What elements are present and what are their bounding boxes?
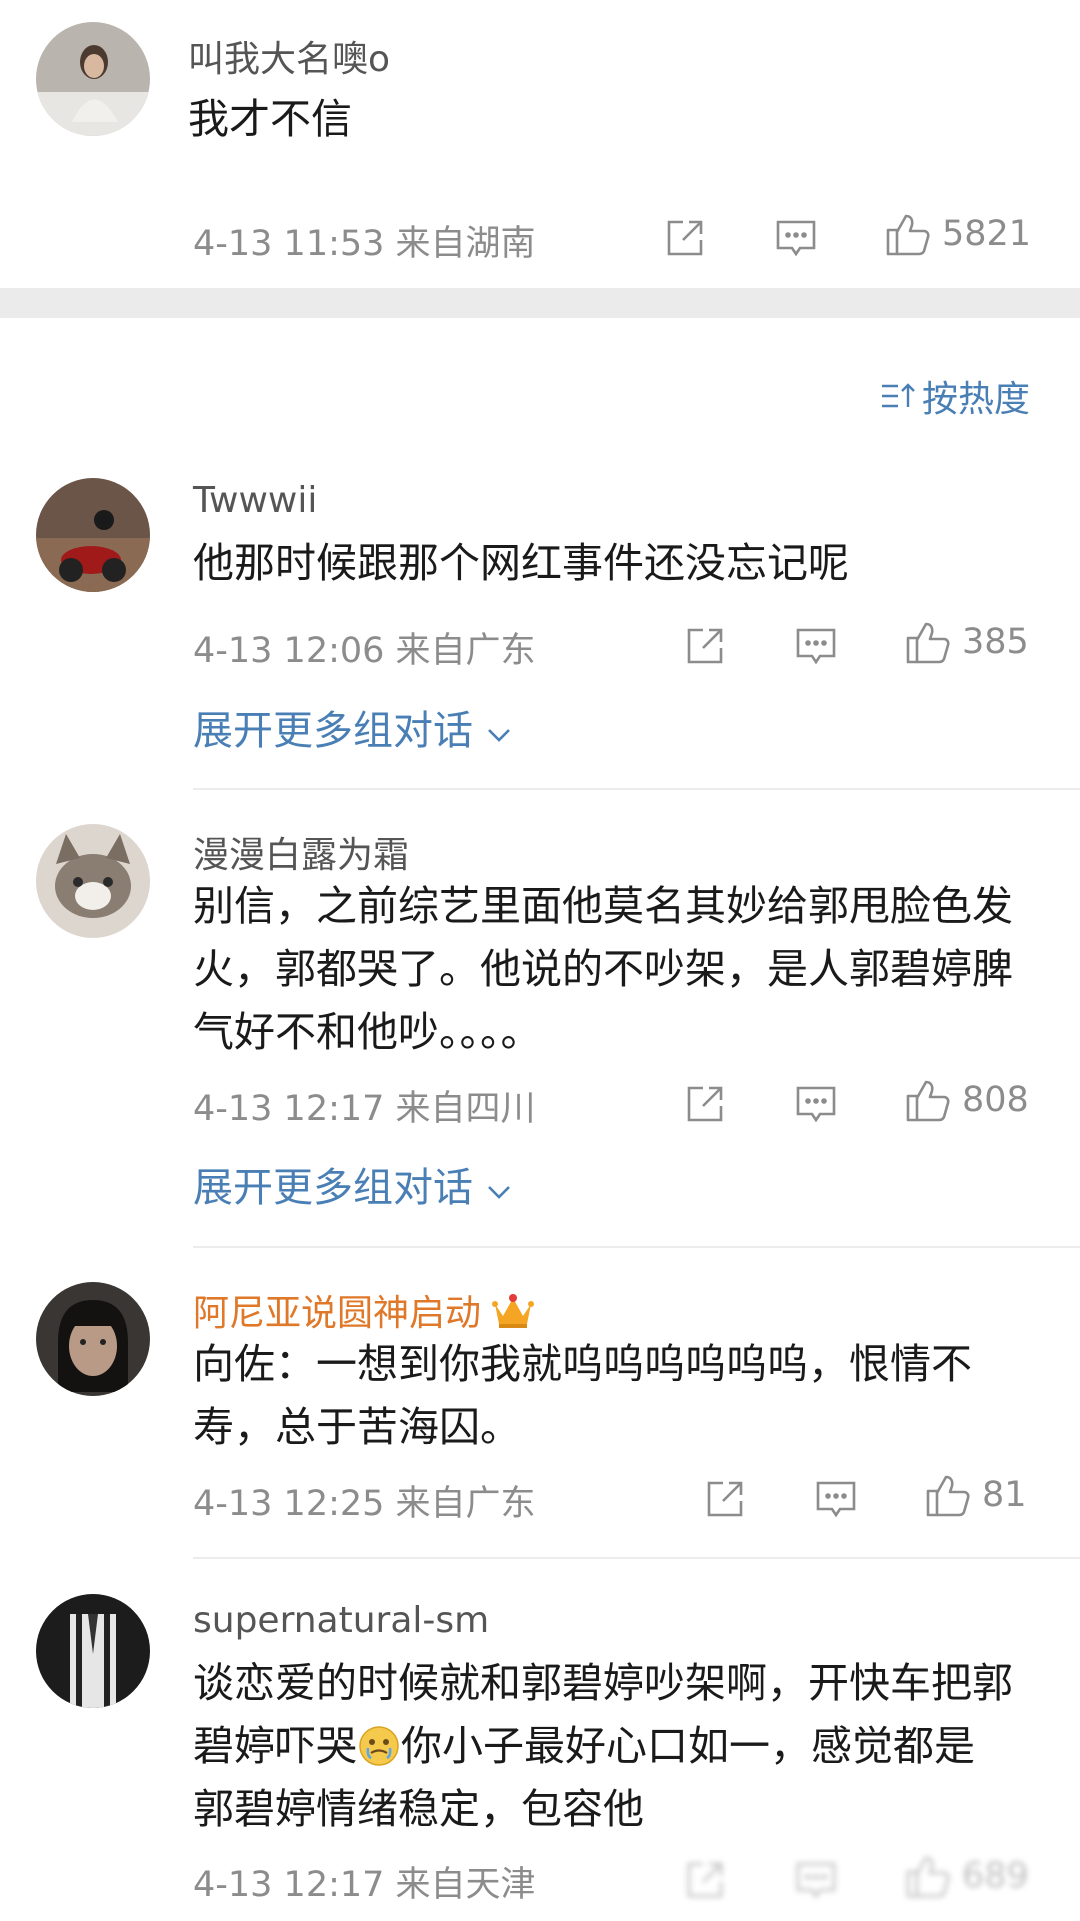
like-count: 81 bbox=[982, 1475, 1027, 1515]
share-button[interactable] bbox=[683, 1082, 727, 1126]
avatar[interactable] bbox=[36, 1282, 150, 1396]
comment-icon bbox=[796, 1086, 836, 1123]
avatar[interactable] bbox=[36, 824, 150, 938]
comment-meta: 4-13 12:25 来自广东 bbox=[193, 1484, 536, 1524]
share-button[interactable] bbox=[683, 1858, 727, 1902]
like-count: 689 bbox=[962, 1856, 1029, 1896]
comment-icon bbox=[816, 1481, 856, 1518]
username-label: 阿尼亚说圆神启动 bbox=[193, 1293, 482, 1334]
comment-button[interactable] bbox=[794, 626, 838, 666]
emoji-icon bbox=[359, 1726, 399, 1766]
comment-meta: 4-13 12:06 来自广东 bbox=[193, 631, 536, 671]
like-button[interactable]: 81 bbox=[924, 1471, 1027, 1519]
comment-meta: 4-13 12:17 来自四川 bbox=[193, 1089, 536, 1129]
chevron-down-icon bbox=[487, 729, 510, 742]
expand-label: 展开更多组对话 bbox=[193, 708, 473, 754]
comment-text: 我才不信 bbox=[188, 95, 352, 143]
share-button[interactable] bbox=[703, 1477, 747, 1521]
share-button[interactable] bbox=[683, 624, 727, 668]
like-button[interactable]: 385 bbox=[904, 618, 1029, 666]
like-icon bbox=[886, 214, 930, 256]
sort-label: 按热度 bbox=[922, 379, 1031, 420]
comment-button[interactable] bbox=[814, 1479, 858, 1519]
like-count: 5821 bbox=[942, 214, 1032, 254]
comment-icon bbox=[796, 1862, 836, 1899]
divider bbox=[193, 788, 1080, 790]
share-icon bbox=[667, 220, 703, 256]
like-button[interactable]: 5821 bbox=[884, 210, 1031, 258]
section-divider bbox=[0, 288, 1080, 318]
username[interactable]: supernatural-sm bbox=[193, 1600, 489, 1641]
like-icon bbox=[926, 1475, 970, 1517]
comment-text: 向佐：一想到你我就呜呜呜呜呜呜，恨情不寿，总于苦海囚。 bbox=[193, 1340, 972, 1451]
sort-toggle[interactable]: 按热度 bbox=[880, 370, 1030, 422]
like-icon bbox=[906, 1080, 950, 1122]
comment-button[interactable] bbox=[794, 1084, 838, 1124]
share-icon bbox=[687, 628, 723, 664]
comment-button[interactable] bbox=[794, 1860, 838, 1900]
chevron-down-icon bbox=[487, 1186, 510, 1199]
username[interactable]: Twwwii bbox=[193, 480, 317, 521]
comment-meta: 4-13 11:53 来自湖南 bbox=[193, 224, 536, 264]
username[interactable]: 漫漫白露为霜 bbox=[193, 826, 409, 878]
like-count: 808 bbox=[962, 1080, 1029, 1120]
expand-replies-link[interactable]: 展开更多组对话 bbox=[193, 698, 512, 756]
comment-text: 别信，之前综艺里面他莫名其妙给郭甩脸色发火，郭都哭了。他说的不吵架，是人郭碧婷脾… bbox=[193, 882, 1013, 1056]
share-icon bbox=[687, 1862, 723, 1898]
avatar[interactable] bbox=[36, 22, 150, 136]
comment-button[interactable] bbox=[774, 218, 818, 258]
comment-icon bbox=[776, 220, 816, 257]
avatar[interactable] bbox=[36, 1594, 150, 1708]
comment-text: 他那时候跟那个网红事件还没忘记呢 bbox=[193, 539, 849, 587]
share-button[interactable] bbox=[663, 216, 707, 260]
avatar[interactable] bbox=[36, 478, 150, 592]
vip-crown-icon bbox=[492, 1294, 535, 1328]
comment-icon bbox=[796, 628, 836, 665]
comment-meta: 4-13 12:17 来自天津 bbox=[193, 1865, 536, 1905]
divider bbox=[193, 1246, 1080, 1248]
divider bbox=[193, 1557, 1080, 1559]
expand-label: 展开更多组对话 bbox=[193, 1165, 473, 1211]
like-button[interactable]: 808 bbox=[904, 1076, 1029, 1124]
like-icon bbox=[906, 1856, 950, 1898]
share-icon bbox=[687, 1086, 723, 1122]
expand-replies-link[interactable]: 展开更多组对话 bbox=[193, 1155, 512, 1213]
like-icon bbox=[906, 622, 950, 664]
like-count: 385 bbox=[962, 622, 1029, 662]
sort-icon bbox=[882, 383, 915, 408]
username[interactable]: 叫我大名噢o bbox=[188, 30, 390, 82]
username[interactable]: 阿尼亚说圆神启动 bbox=[193, 1284, 535, 1336]
comment-text: 谈恋爱的时候就和郭碧婷吵架啊，开快车把郭碧婷吓哭 你小子最好心口如一，感觉都是郭… bbox=[193, 1652, 1013, 1841]
share-icon bbox=[707, 1481, 743, 1517]
like-button[interactable]: 689 bbox=[904, 1852, 1029, 1900]
